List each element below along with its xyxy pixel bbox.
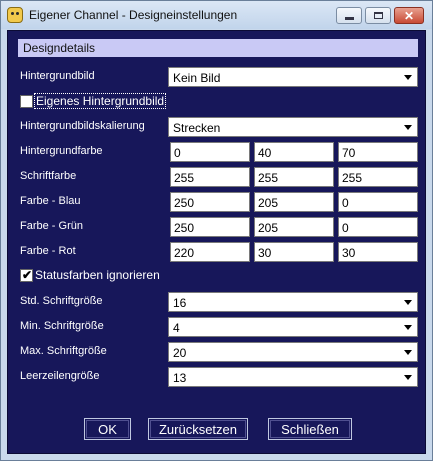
field-value: 30 bbox=[342, 246, 356, 260]
font-color-label: Schriftfarbe bbox=[20, 170, 77, 182]
group-title: Designdetails bbox=[23, 41, 96, 55]
field-value: 255 bbox=[258, 171, 279, 185]
close-button[interactable]: ✕ bbox=[394, 7, 424, 24]
min-font-size-value: 4 bbox=[173, 321, 180, 335]
dialog-window: Eigener Channel - Designeinstellungen ✕ … bbox=[0, 0, 433, 461]
ok-button[interactable]: OK bbox=[84, 418, 131, 440]
field-value: 0 bbox=[342, 196, 349, 210]
chevron-down-icon bbox=[404, 75, 412, 80]
app-icon bbox=[7, 7, 23, 23]
blank-line-size-select[interactable]: 13 bbox=[168, 367, 418, 387]
background-color-b[interactable]: 70 bbox=[338, 142, 418, 162]
min-font-size-label: Min. Schriftgröße bbox=[20, 320, 104, 332]
blank-line-size-label: Leerzeilengröße bbox=[20, 370, 100, 382]
scaling-label: Hintergrundbildskalierung bbox=[20, 120, 145, 132]
group-header: Designdetails bbox=[18, 39, 418, 57]
field-value: 70 bbox=[342, 146, 356, 160]
field-value: 205 bbox=[258, 196, 279, 210]
field-value: 0 bbox=[342, 221, 349, 235]
min-font-size-select[interactable]: 4 bbox=[168, 317, 418, 337]
background-image-select[interactable]: Kein Bild bbox=[168, 67, 418, 87]
maximize-button[interactable] bbox=[365, 7, 391, 24]
font-color-b[interactable]: 255 bbox=[338, 167, 418, 187]
font-color-r[interactable]: 255 bbox=[170, 167, 250, 187]
window-title: Eigener Channel - Designeinstellungen bbox=[29, 8, 238, 22]
chevron-down-icon bbox=[404, 375, 412, 380]
ignore-status-checkbox[interactable]: ✔ bbox=[20, 268, 33, 282]
color-blue-label: Farbe - Blau bbox=[20, 195, 81, 207]
title-bar[interactable]: Eigener Channel - Designeinstellungen ✕ bbox=[1, 1, 432, 29]
chevron-down-icon bbox=[404, 350, 412, 355]
max-font-size-select[interactable]: 20 bbox=[168, 342, 418, 362]
maximize-icon bbox=[374, 12, 383, 19]
color-blue-g[interactable]: 205 bbox=[254, 192, 334, 212]
chevron-down-icon bbox=[404, 125, 412, 130]
color-green-r[interactable]: 250 bbox=[170, 217, 250, 237]
color-red-label: Farbe - Rot bbox=[20, 245, 76, 257]
field-value: 220 bbox=[174, 246, 195, 260]
color-red-g[interactable]: 30 bbox=[254, 242, 334, 262]
background-image-label: Hintergrundbild bbox=[20, 70, 95, 82]
max-font-size-label: Max. Schriftgröße bbox=[20, 345, 107, 357]
color-green-label: Farbe - Grün bbox=[20, 220, 83, 232]
field-value: 0 bbox=[174, 146, 181, 160]
field-value: 250 bbox=[174, 196, 195, 210]
reset-button-label: Zurücksetzen bbox=[158, 422, 238, 437]
field-value: 250 bbox=[174, 221, 195, 235]
blank-line-size-value: 13 bbox=[173, 371, 187, 385]
color-blue-b[interactable]: 0 bbox=[338, 192, 418, 212]
ignore-status-label[interactable]: Statusfarben ignorieren bbox=[35, 268, 160, 282]
field-value: 255 bbox=[342, 171, 363, 185]
background-color-label: Hintergrundfarbe bbox=[20, 145, 103, 157]
color-blue-r[interactable]: 250 bbox=[170, 192, 250, 212]
field-value: 40 bbox=[258, 146, 272, 160]
color-green-b[interactable]: 0 bbox=[338, 217, 418, 237]
color-red-r[interactable]: 220 bbox=[170, 242, 250, 262]
minimize-button[interactable] bbox=[336, 7, 362, 24]
own-background-label[interactable]: Eigenes Hintergrundbild bbox=[33, 93, 167, 109]
reset-button[interactable]: Zurücksetzen bbox=[148, 418, 248, 440]
background-color-g[interactable]: 40 bbox=[254, 142, 334, 162]
close-icon: ✕ bbox=[404, 9, 415, 23]
ok-button-label: OK bbox=[98, 422, 117, 437]
std-font-size-value: 16 bbox=[173, 296, 187, 310]
scaling-value: Strecken bbox=[173, 121, 221, 135]
color-red-b[interactable]: 30 bbox=[338, 242, 418, 262]
field-value: 30 bbox=[258, 246, 272, 260]
minimize-icon bbox=[345, 17, 354, 20]
std-font-size-select[interactable]: 16 bbox=[168, 292, 418, 312]
max-font-size-value: 20 bbox=[173, 346, 187, 360]
chevron-down-icon bbox=[404, 325, 412, 330]
close-dialog-button-label: Schließen bbox=[281, 422, 339, 437]
own-background-checkbox[interactable] bbox=[20, 95, 33, 108]
dialog-client-area: Designdetails Hintergrundbild Kein Bild … bbox=[7, 30, 426, 454]
font-color-g[interactable]: 255 bbox=[254, 167, 334, 187]
color-green-g[interactable]: 205 bbox=[254, 217, 334, 237]
scaling-select[interactable]: Strecken bbox=[168, 117, 418, 137]
background-color-r[interactable]: 0 bbox=[170, 142, 250, 162]
field-value: 255 bbox=[174, 171, 195, 185]
background-image-value: Kein Bild bbox=[173, 71, 221, 85]
close-dialog-button[interactable]: Schließen bbox=[268, 418, 352, 440]
checkmark-icon: ✔ bbox=[22, 268, 33, 282]
std-font-size-label: Std. Schriftgröße bbox=[20, 295, 103, 307]
field-value: 205 bbox=[258, 221, 279, 235]
chevron-down-icon bbox=[404, 300, 412, 305]
